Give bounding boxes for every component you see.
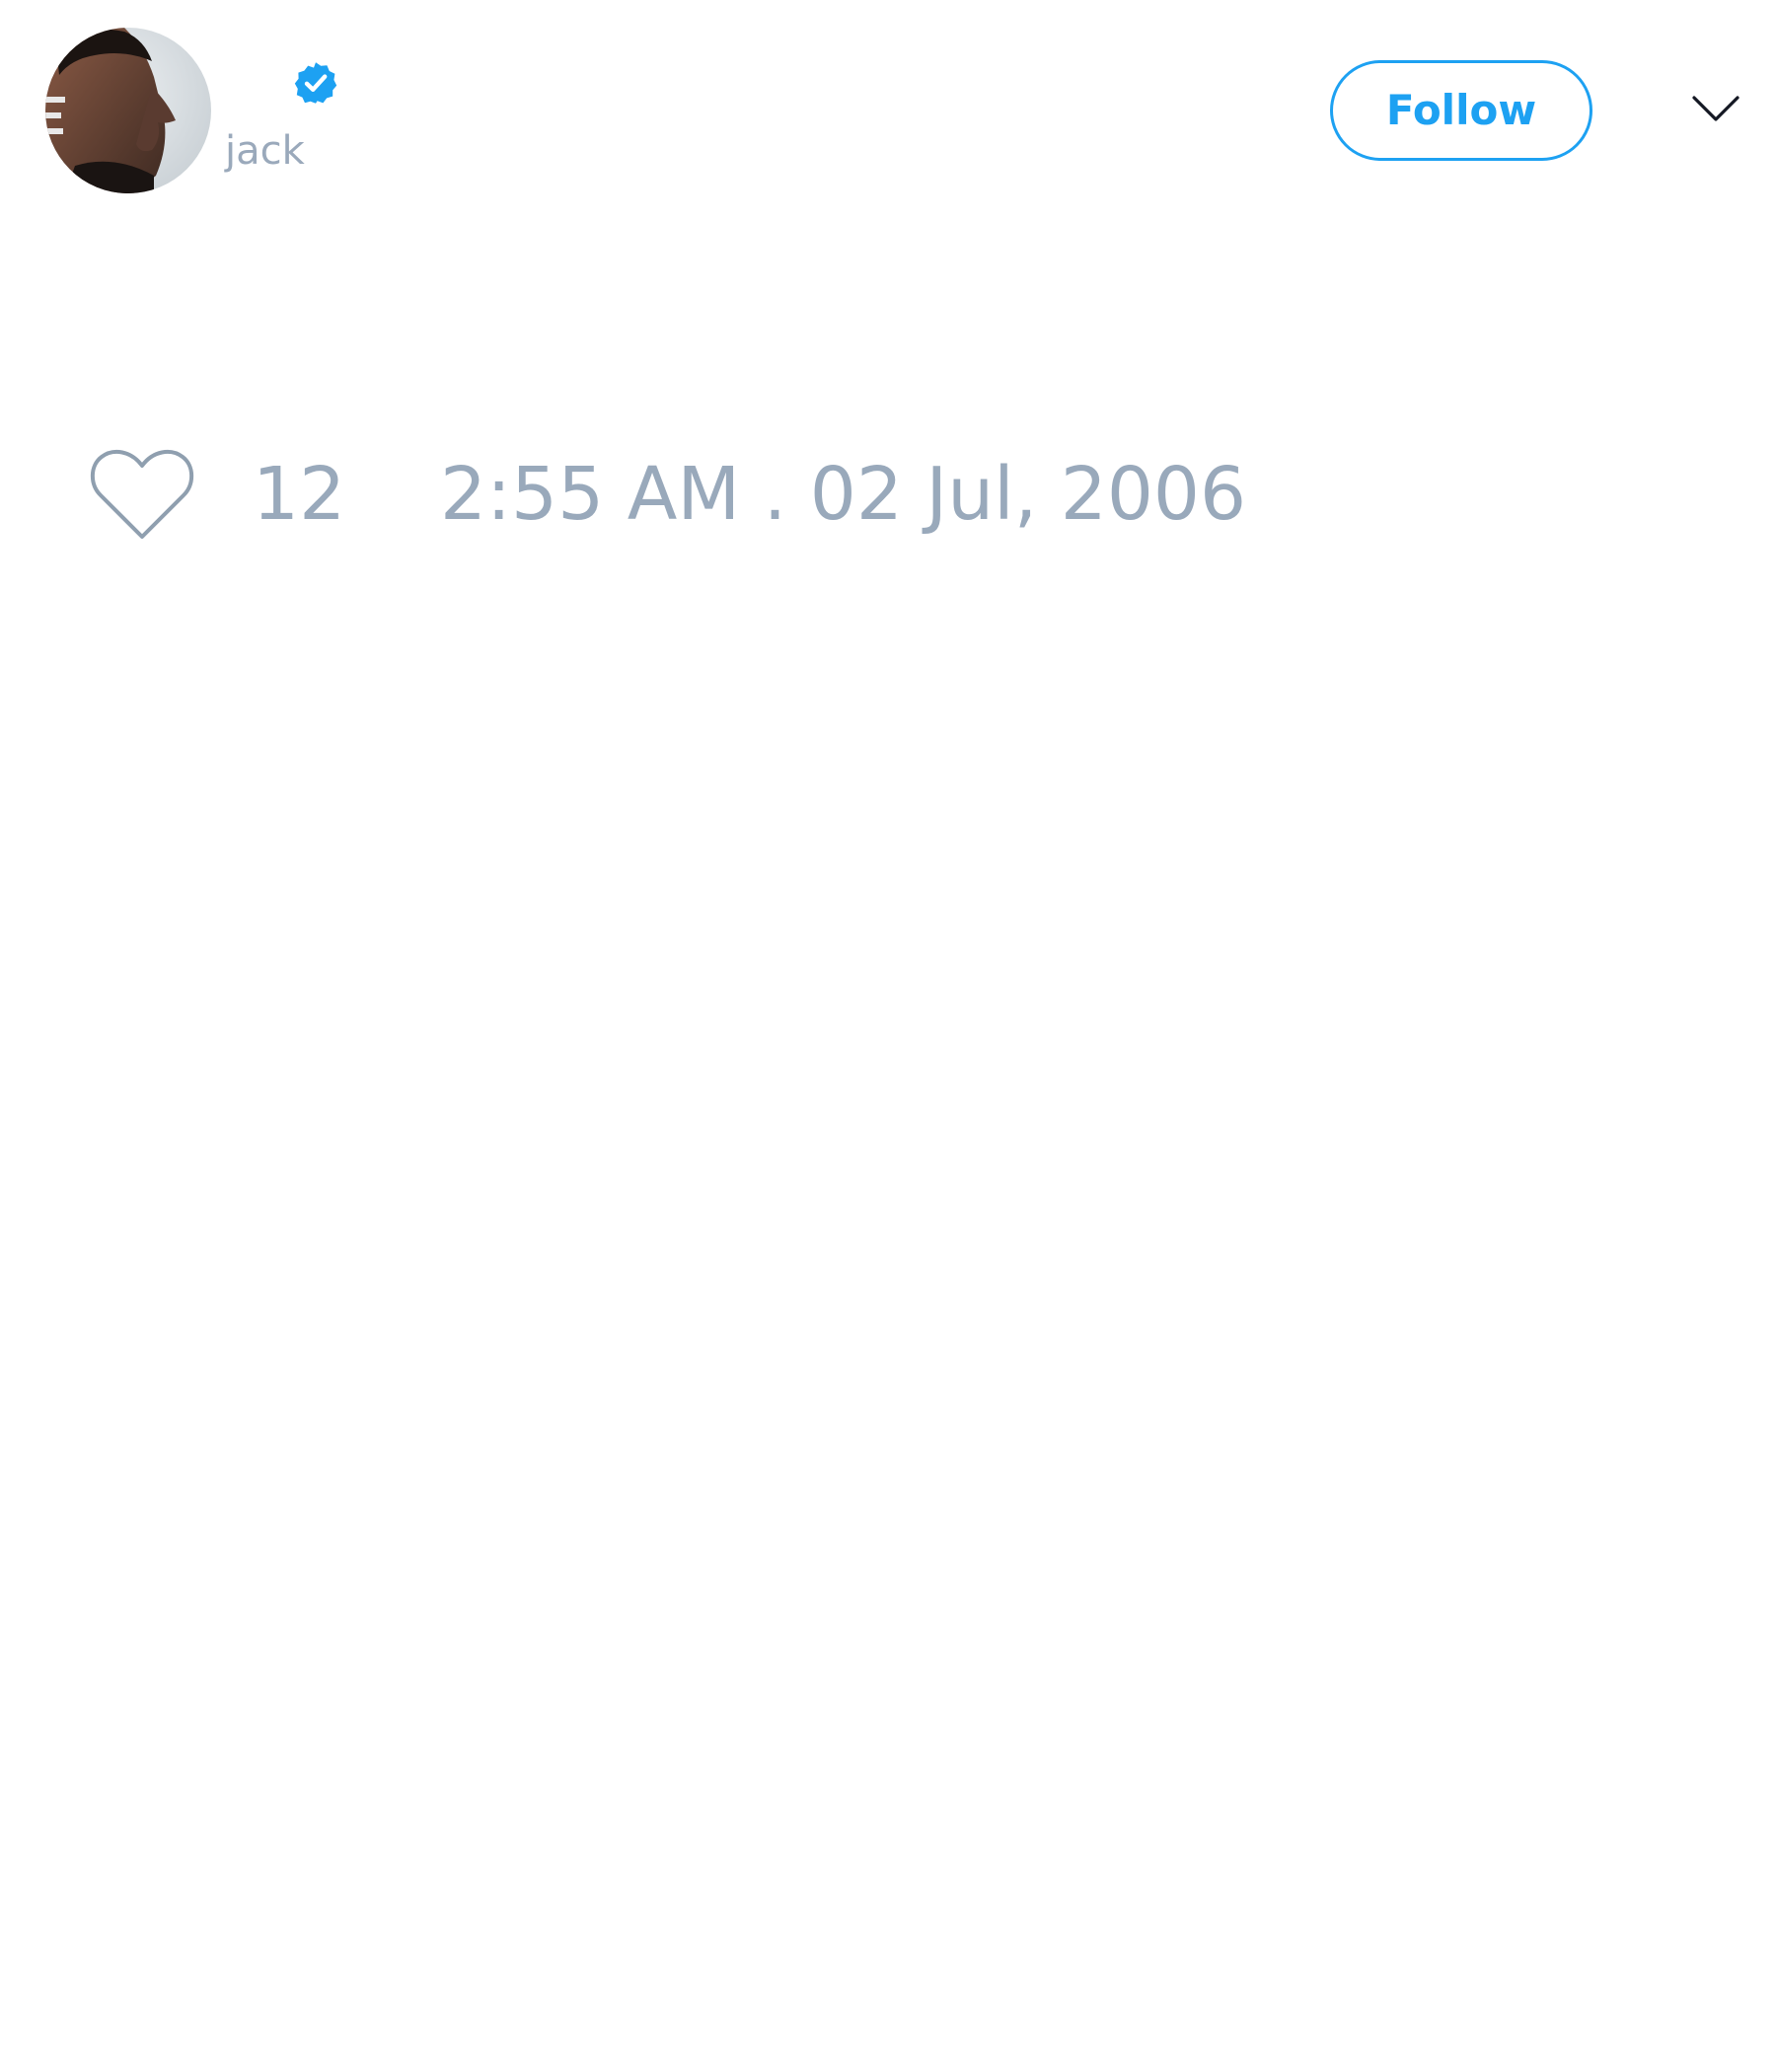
chevron-down-icon[interactable] (1689, 83, 1742, 136)
username[interactable]: jack (225, 124, 305, 178)
follow-button[interactable]: Follow (1330, 60, 1592, 161)
like-count: 12 (253, 452, 346, 537)
tweet-actions: 12 2:55 AM . 02 Jul, 2006 (0, 434, 1776, 553)
heart-outline-icon[interactable] (89, 448, 195, 543)
profile-photo (45, 28, 211, 193)
tweet-timestamp[interactable]: 2:55 AM . 02 Jul, 2006 (440, 450, 1246, 539)
verified-badge-icon (292, 59, 339, 107)
tweet-card: jack Follow 12 2:55 AM . 02 Jul, 2006 (0, 0, 1776, 2072)
avatar[interactable] (45, 28, 211, 193)
